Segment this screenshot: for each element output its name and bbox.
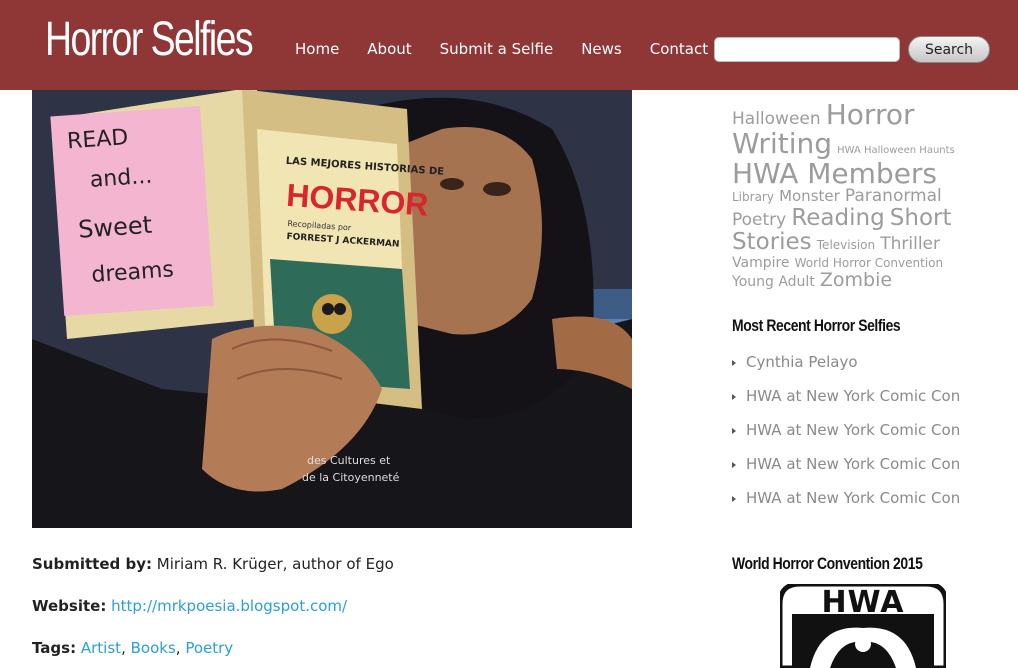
nav-news[interactable]: News	[581, 40, 622, 58]
search-input[interactable]	[714, 37, 900, 62]
nav-about[interactable]: About	[367, 40, 411, 58]
search-button[interactable]: Search	[908, 36, 990, 63]
submitted-label: Submitted by:	[32, 555, 152, 573]
tag-cloud-item[interactable]: Vampire	[732, 255, 790, 271]
recent-title: Most Recent Horror Selfies	[732, 316, 901, 335]
tag-cloud: Halloween Horror Writing HWA Halloween H…	[732, 80, 972, 291]
shirt-line-1: des Cultures et	[307, 454, 391, 467]
website-row: Website: http://mrkpoesia.blogspot.com/	[32, 597, 347, 615]
tag-books[interactable]: Books	[131, 639, 176, 657]
shirt-line-2: de la Citoyenneté	[302, 471, 400, 484]
tag-cloud-item[interactable]: HWA Members	[732, 157, 937, 190]
recent-item[interactable]: HWA at New York Comic Con	[732, 455, 960, 473]
bullet-icon	[732, 427, 736, 434]
tag-cloud-item[interactable]: Halloween	[732, 109, 821, 129]
main-nav: Home About Submit a Selfie News Contact	[295, 40, 736, 58]
tag-cloud-item[interactable]: Young Adult	[732, 274, 815, 290]
recent-item[interactable]: HWA at New York Comic Con	[732, 489, 960, 507]
hwa-logo[interactable]: HWA	[780, 584, 946, 668]
tag-cloud-item[interactable]: Television	[817, 238, 875, 252]
tag-artist[interactable]: Artist	[81, 639, 121, 657]
bullet-icon	[732, 495, 736, 502]
tag-poetry[interactable]: Poetry	[185, 639, 233, 657]
site-header: Horror Selfies Home About Submit a Selfi…	[0, 0, 1018, 90]
nav-submit-selfie[interactable]: Submit a Selfie	[440, 40, 554, 58]
submitted-value: Miriam R. Krüger, author of Ego	[156, 555, 394, 573]
tag-cloud-item[interactable]: Reading	[791, 205, 884, 231]
hwa-logo-text: HWA	[821, 585, 904, 620]
selfie-photo: READ and... Sweet dreams LAS MEJORES HIS…	[32, 89, 632, 528]
tag-cloud-item[interactable]: Paranormal	[845, 186, 942, 206]
tags-row: Tags: Artist, Books, Poetry	[32, 639, 234, 657]
note-line-1: READ	[66, 125, 129, 154]
website-link[interactable]: http://mrkpoesia.blogspot.com/	[111, 597, 347, 615]
recent-item[interactable]: Cynthia Pelayo	[732, 353, 858, 371]
tags-label: Tags:	[32, 639, 77, 657]
tag-cloud-item[interactable]: HWA Halloween Haunts	[837, 145, 955, 157]
bullet-icon	[732, 393, 736, 400]
tag-cloud-item[interactable]: Poetry	[732, 210, 786, 230]
tag-cloud-item[interactable]: Monster	[779, 187, 840, 205]
nav-home[interactable]: Home	[295, 40, 339, 58]
website-label: Website:	[32, 597, 107, 615]
note-line-3: Sweet	[77, 211, 153, 244]
tag-cloud-item[interactable]: Thriller	[880, 234, 940, 254]
note-line-2: and...	[89, 164, 153, 193]
bullet-icon	[732, 359, 736, 366]
tag-cloud-item[interactable]: Library	[732, 190, 774, 204]
recent-item[interactable]: HWA at New York Comic Con	[732, 421, 960, 439]
whc-title: World Horror Convention 2015	[732, 554, 923, 573]
tag-cloud-item[interactable]: Zombie	[820, 269, 892, 291]
site-title[interactable]: Horror Selfies	[45, 12, 254, 67]
recent-item[interactable]: HWA at New York Comic Con	[732, 387, 960, 405]
nav-contact[interactable]: Contact	[650, 40, 708, 58]
bullet-icon	[732, 461, 736, 468]
submitted-by-row: Submitted by: Miriam R. Krüger, author o…	[32, 555, 394, 573]
